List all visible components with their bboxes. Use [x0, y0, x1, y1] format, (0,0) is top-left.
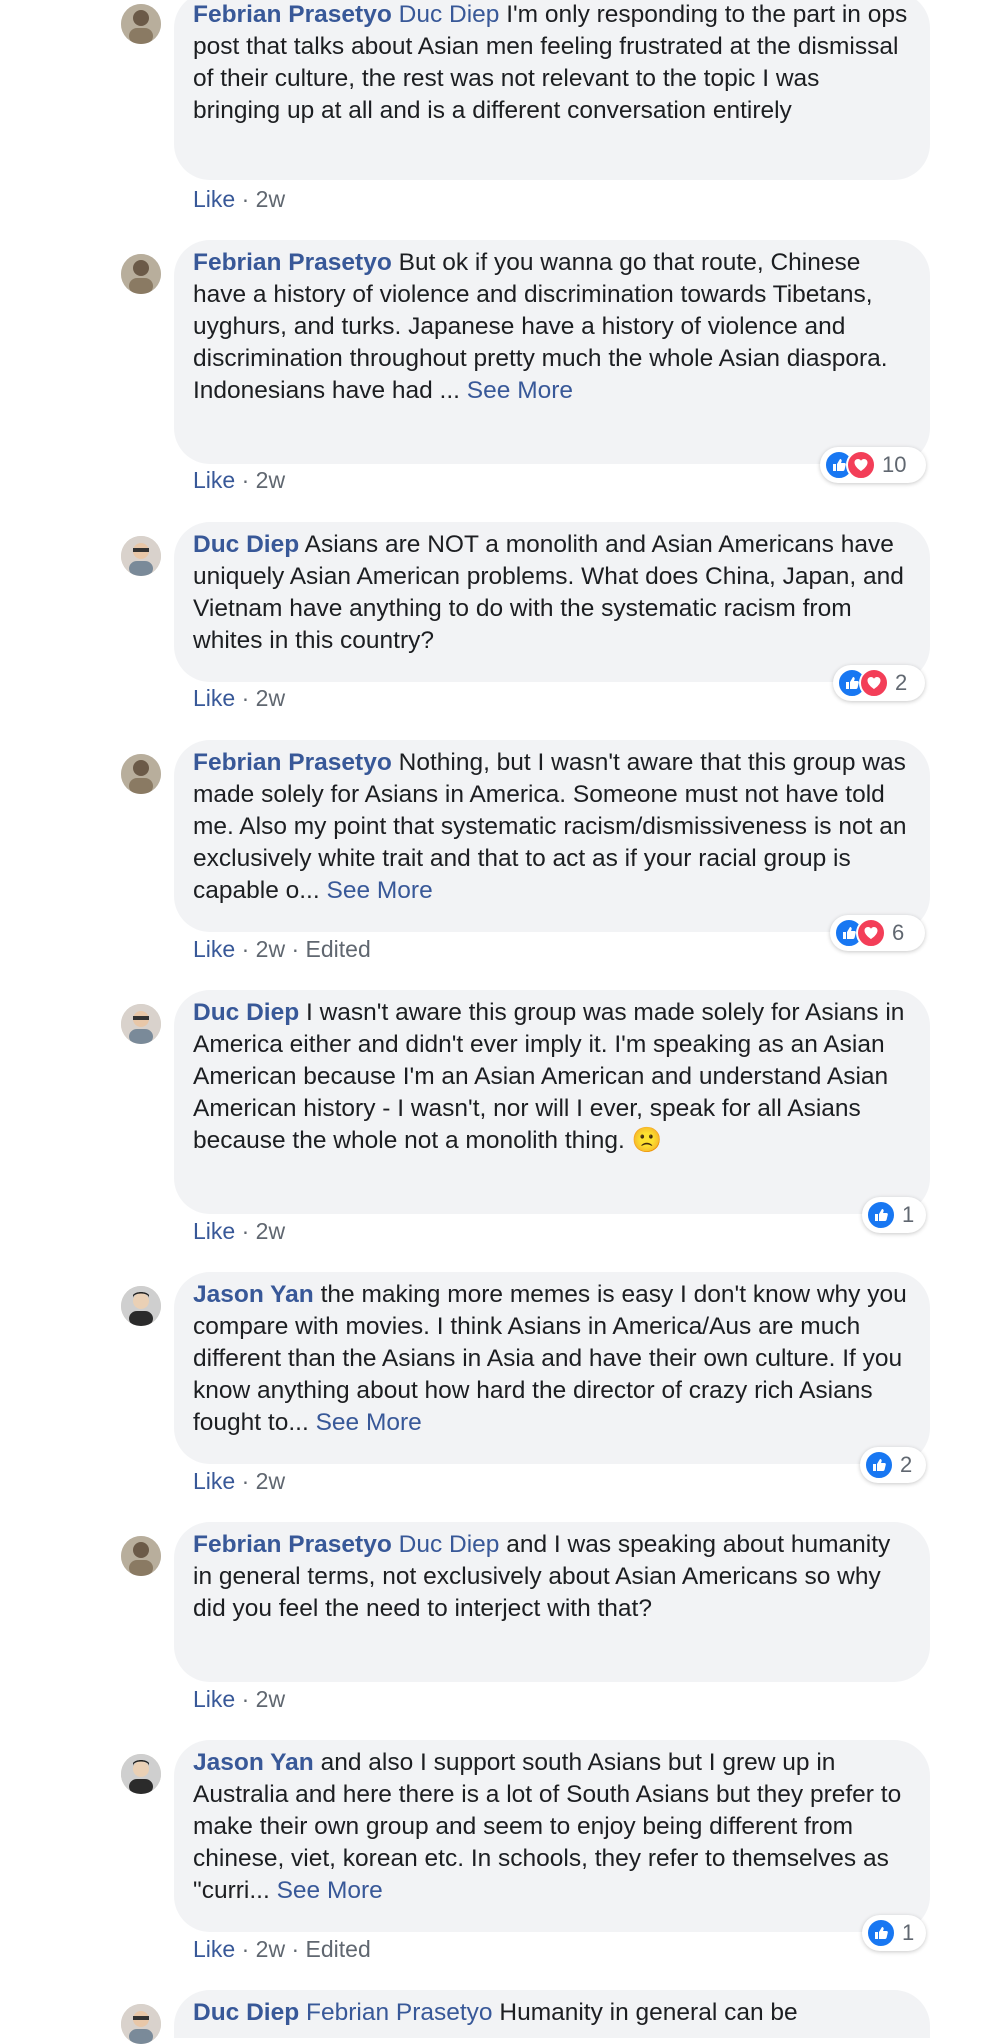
comment-text: Humanity in general can be [492, 1999, 798, 2026]
avatar-febrian-prasetyo[interactable] [121, 4, 161, 44]
love-reaction-icon [859, 668, 889, 698]
comment-text: Asians are NOT a monolith and Asian Amer… [193, 531, 904, 654]
reactions-summary[interactable]: 6 [830, 915, 925, 951]
comment-bubble: Duc Diep Febrian Prasetyo Humanity in ge… [174, 1990, 930, 2038]
comment-bubble: Duc Diep I wasn't aware this group was m… [174, 990, 930, 1214]
like-button[interactable]: Like [193, 186, 235, 212]
comment-mention[interactable]: Duc Diep [399, 1531, 500, 1558]
reactions-summary[interactable]: 1 [862, 1915, 926, 1951]
comment-timestamp[interactable]: 2w [256, 1936, 285, 1962]
comment-author[interactable]: Duc Diep [193, 999, 299, 1026]
see-more-link[interactable]: See More [467, 377, 573, 404]
like-reaction-icon [866, 1918, 896, 1948]
avatar-duc-diep[interactable] [121, 536, 161, 576]
love-reaction-icon [856, 918, 886, 948]
avatar-jason-yan[interactable] [121, 1286, 161, 1326]
comment-bubble: Jason Yan and also I support south Asian… [174, 1740, 930, 1932]
comment-author[interactable]: Jason Yan [193, 1281, 314, 1308]
reactions-summary[interactable]: 10 [820, 447, 926, 483]
comment-author[interactable]: Febrian Prasetyo [193, 249, 392, 276]
comment-timestamp[interactable]: 2w [256, 467, 285, 493]
like-reaction-icon [866, 1200, 896, 1230]
avatar-febrian-prasetyo[interactable] [121, 754, 161, 794]
reaction-count: 2 [895, 670, 908, 695]
comment-bubble: Febrian Prasetyo Duc Diep and I was spea… [174, 1522, 930, 1682]
comment-timestamp[interactable]: 2w [256, 186, 285, 212]
comment-author[interactable]: Febrian Prasetyo [193, 749, 392, 776]
comment-timestamp[interactable]: 2w [256, 685, 285, 711]
comment-actions: Like · 2w [193, 1468, 286, 1494]
comment-author[interactable]: Duc Diep [193, 531, 299, 558]
comment-author[interactable]: Duc Diep [193, 1999, 299, 2026]
comment-actions: Like · 2w · Edited [193, 1936, 371, 1962]
comment-timestamp[interactable]: 2w [256, 936, 285, 962]
comment-author[interactable]: Febrian Prasetyo [193, 1531, 392, 1558]
comment-bubble: Jason Yan the making more memes is easy … [174, 1272, 930, 1464]
reactions-summary[interactable]: 1 [862, 1197, 926, 1233]
avatar-duc-diep[interactable] [121, 1004, 161, 1044]
see-more-link[interactable]: See More [316, 1409, 422, 1436]
comment-author[interactable]: Febrian Prasetyo [193, 1, 392, 28]
comment-bubble: Febrian Prasetyo But ok if you wanna go … [174, 240, 930, 464]
comment-text: I wasn't aware this group was made solel… [193, 999, 905, 1154]
reaction-count: 10 [882, 452, 907, 477]
love-reaction-icon [846, 450, 876, 480]
comment-bubble: Febrian Prasetyo Nothing, but I wasn't a… [174, 740, 930, 932]
like-button[interactable]: Like [193, 685, 235, 711]
edited-label[interactable]: Edited [306, 1936, 371, 1962]
avatar-febrian-prasetyo[interactable] [121, 1536, 161, 1576]
comment-author[interactable]: Jason Yan [193, 1749, 314, 1776]
comment-actions: Like · 2w [193, 186, 286, 212]
avatar-febrian-prasetyo[interactable] [121, 254, 161, 294]
reaction-count: 2 [900, 1452, 913, 1477]
like-button[interactable]: Like [193, 1218, 235, 1244]
comment-timestamp[interactable]: 2w [256, 1218, 285, 1244]
comment-timestamp[interactable]: 2w [256, 1686, 285, 1712]
like-button[interactable]: Like [193, 1468, 235, 1494]
like-button[interactable]: Like [193, 936, 235, 962]
edited-label[interactable]: Edited [306, 936, 371, 962]
comment-timestamp[interactable]: 2w [256, 1468, 285, 1494]
comment-bubble: Febrian Prasetyo Duc Diep I'm only respo… [174, 0, 930, 180]
comment-bubble: Duc Diep Asians are NOT a monolith and A… [174, 522, 930, 682]
comment-actions: Like · 2w [193, 1218, 286, 1244]
see-more-link[interactable]: See More [277, 1877, 383, 1904]
like-button[interactable]: Like [193, 1686, 235, 1712]
comment-actions: Like · 2w [193, 685, 286, 711]
like-button[interactable]: Like [193, 467, 235, 493]
comment-actions: Like · 2w [193, 467, 286, 493]
like-button[interactable]: Like [193, 1936, 235, 1962]
avatar-duc-diep[interactable] [121, 2004, 161, 2044]
comment-actions: Like · 2w [193, 1686, 286, 1712]
reaction-count: 6 [892, 920, 905, 945]
see-more-link[interactable]: See More [327, 877, 433, 904]
comment-mention[interactable]: Duc Diep [399, 1, 500, 28]
avatar-jason-yan[interactable] [121, 1754, 161, 1794]
comment-mention[interactable]: Febrian Prasetyo [306, 1999, 493, 2026]
comment-actions: Like · 2w · Edited [193, 936, 371, 962]
reaction-count: 1 [902, 1202, 915, 1227]
like-reaction-icon [864, 1450, 894, 1480]
reactions-summary[interactable]: 2 [833, 665, 925, 701]
reactions-summary[interactable]: 2 [860, 1447, 926, 1483]
reaction-count: 1 [902, 1920, 915, 1945]
